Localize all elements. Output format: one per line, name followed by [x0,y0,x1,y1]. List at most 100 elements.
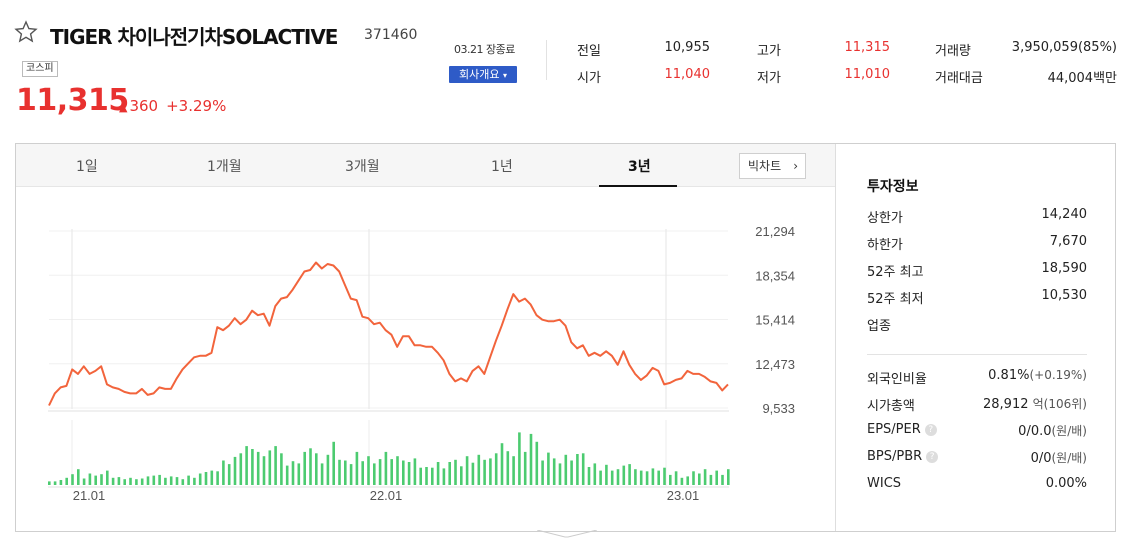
eps-label: EPS/PER [867,422,921,437]
volume-bar [512,456,515,485]
volume-bar [541,460,544,485]
tab-1y[interactable]: 1년 [491,156,513,176]
volume-bar [198,473,202,485]
volume-bar [344,460,347,485]
volume-bar [587,467,591,485]
price-chart: 21,294 18,354 15,414 12,473 9,533 21.01 22.01 2… [48,224,795,503]
caret-down-icon: ▾ [502,71,507,80]
volume-bar [471,462,475,485]
high-label: 고가 [757,44,781,59]
volume-bar [680,477,684,485]
volume-bar [227,464,231,485]
industry-label: 업종 [867,319,891,334]
mcap-unit: 억(106위) [1032,397,1087,411]
volume-bar [570,460,573,485]
volume-bar [460,466,463,485]
high-value: 11,315 [844,40,891,55]
volume-bar [616,469,620,485]
price-line [48,261,729,406]
volume-bar [82,478,86,485]
volume-bar [390,459,393,485]
volume-bar [111,477,115,485]
favorite-star-icon[interactable] [14,20,38,44]
volume-bar [727,469,730,485]
volume-bar [291,461,295,485]
volume-bar [326,454,330,485]
company-overview-button[interactable]: 회사개요 ▾ [449,66,517,83]
company-overview-label: 회사개요 [459,68,500,81]
volume-bar [256,451,260,485]
investment-info-title: 투자정보 [867,179,919,195]
volume-bar [216,471,219,485]
y-tick-label: 9,533 [762,401,795,416]
bps-unit: (원/배) [1051,451,1088,465]
volume-bar [146,476,150,485]
volume-bar [373,463,376,485]
volume-bar [140,478,144,485]
eps-value: 0/0.0 [1018,424,1052,439]
volume-bar [338,459,341,485]
volume-bar [59,480,63,485]
volume-bar [315,453,318,485]
low-label: 저가 [757,71,781,86]
volume-bar [158,474,161,485]
chart-panel: 1일 1개월 3개월 1년 3년 빅차트 › 21,294 18,354 15,414… [15,143,1116,532]
volume-bar [709,474,713,485]
chevron-right-icon: › [793,159,798,173]
volume-bar [483,459,486,485]
volume-bar [431,467,434,485]
volume-bar [663,467,666,485]
volume-bar [419,467,422,485]
volume-bar [361,461,364,485]
session-date: 03.21 장종료 [454,43,515,56]
volume-bar [605,464,608,485]
volume-bar [123,479,126,485]
tab-1m[interactable]: 1개월 [207,156,242,176]
volume-bar [715,470,718,485]
volume-bar [349,464,353,485]
volume-bar [222,460,225,485]
mcap-value: 28,912 [983,397,1029,412]
tab-1d[interactable]: 1일 [76,156,98,176]
tab-3y[interactable]: 3년 [628,156,651,176]
market-badge: 코스피 [22,61,58,77]
collapse-handle-icon[interactable] [537,530,597,538]
eps-row: EPS/PER? 0/0.0(원/배) [867,422,1087,440]
volume-bar [407,462,411,485]
volume-bar [71,474,74,485]
volume-bar [135,479,138,485]
y-tick-label: 21,294 [755,224,795,239]
wics-value: 0.00% [1045,476,1087,491]
volume-bar [645,471,649,485]
volume-bar [100,474,103,485]
low52-value: 10,530 [1041,288,1088,303]
change-percent: +3.29% [166,97,227,115]
x-tick-label: 21.01 [73,488,106,503]
volume-bar [285,465,289,485]
help-icon[interactable]: ? [926,451,939,463]
foreign-label: 외국인비율 [867,372,927,387]
volume-bar [523,451,527,485]
change-amount: 360 [129,97,159,115]
tab-3m[interactable]: 3개월 [345,156,380,176]
big-chart-button[interactable]: 빅차트 › [739,153,806,179]
upper-limit-value: 14,240 [1041,207,1088,222]
volume-bar [378,459,382,485]
volume-bar [396,456,399,485]
mcap-label: 시가총액 [867,399,915,414]
volume-bar [233,456,237,485]
help-icon[interactable]: ? [924,424,937,436]
volume-bar [448,462,451,485]
volume-bar [628,464,631,485]
prev-close-label: 전일 [577,44,601,59]
volume-bar [268,450,272,485]
volume-bar [355,451,359,485]
volume-bar [477,454,481,485]
volume-bar [77,469,80,485]
turnover-label: 거래대금 [935,71,983,86]
lower-limit-label: 하한가 [867,238,903,253]
y-tick-label: 15,414 [755,313,795,328]
volume-bar [721,474,724,485]
volume-bar [187,475,190,485]
high52-value: 18,590 [1041,261,1088,276]
